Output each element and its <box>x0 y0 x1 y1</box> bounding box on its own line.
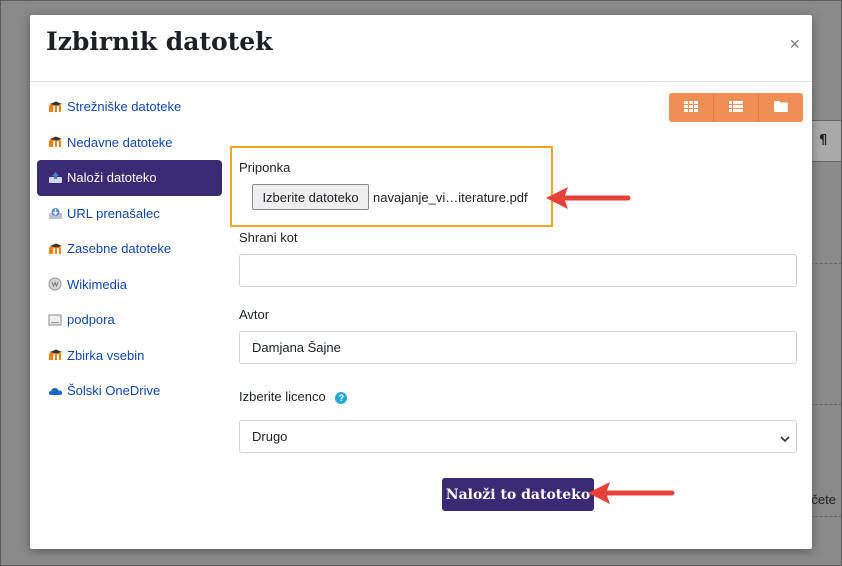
close-button[interactable]: × <box>789 35 800 53</box>
moodle-icon <box>47 135 63 149</box>
sidebar-item-label: Strežniške datoteke <box>67 99 182 115</box>
upload-icon <box>47 171 63 185</box>
view-toggle-group <box>669 93 803 122</box>
license-label: Izberite licenco <box>239 389 326 404</box>
background-toolbar-fragment: ¶ <box>810 120 842 162</box>
moodle-icon <box>47 348 63 362</box>
tree-view-button[interactable] <box>759 93 803 122</box>
onedrive-icon <box>47 384 63 398</box>
sidebar-item-label: Naloži datoteko <box>67 170 157 186</box>
sidebar-item-url-downloader[interactable]: URL prenašalec <box>37 196 222 232</box>
sidebar-item-label: Nedavne datoteke <box>67 134 173 150</box>
sidebar-item-server-files[interactable]: Strežniške datoteke <box>37 89 222 125</box>
help-icon[interactable]: ? <box>335 391 348 404</box>
sidebar-item-wikimedia[interactable]: Wikimedia <box>37 267 222 303</box>
sidebar-item-label: Wikimedia <box>67 276 127 292</box>
license-label-row: Izberite licenco ? <box>239 389 348 404</box>
list-view-icon <box>729 99 743 117</box>
save-as-input[interactable] <box>239 254 797 287</box>
repository-sidebar: Strežniške datoteke Nedavne datoteke Nal… <box>37 89 222 409</box>
attachment-label: Priponka <box>239 160 291 175</box>
list-view-button[interactable] <box>714 93 759 122</box>
chevron-down-icon <box>780 431 790 446</box>
sidebar-item-label: URL prenašalec <box>67 205 160 221</box>
choose-file-button[interactable]: Izberite datoteko <box>252 184 369 210</box>
author-label: Avtor <box>239 307 270 322</box>
sidebar-item-upload-file[interactable]: Naloži datoteko <box>37 160 222 196</box>
grid-view-icon <box>684 99 698 117</box>
background-divider <box>810 516 842 517</box>
sidebar-item-label: Zasebne datoteke <box>67 241 172 257</box>
sidebar-item-content-bank[interactable]: Zbirka vsebin <box>37 338 222 374</box>
background-divider <box>810 263 842 264</box>
sidebar-item-label: Šolski OneDrive <box>67 383 161 399</box>
folder-icon <box>47 313 63 327</box>
wikimedia-icon <box>47 277 63 291</box>
sidebar-item-podpora[interactable]: podpora <box>37 302 222 338</box>
license-select[interactable]: Drugo <box>239 420 797 453</box>
save-as-label: Shrani kot <box>239 230 298 245</box>
folder-view-icon <box>774 99 788 117</box>
annotation-arrow-file <box>546 187 631 209</box>
dialog-header: Izbirnik datotek × <box>30 15 812 82</box>
sidebar-item-label: podpora <box>67 312 115 328</box>
grid-view-button[interactable] <box>669 93 714 122</box>
sidebar-item-onedrive[interactable]: Šolski OneDrive <box>37 373 222 409</box>
sidebar-item-private-files[interactable]: Zasebne datoteke <box>37 231 222 267</box>
moodle-icon <box>47 242 63 256</box>
moodle-icon <box>47 100 63 114</box>
url-download-icon <box>47 206 63 220</box>
background-divider <box>810 404 842 405</box>
sidebar-item-label: Zbirka vsebin <box>67 347 145 363</box>
file-picker-dialog: Izbirnik datotek × Strežniške datoteke N… <box>30 15 812 549</box>
dialog-title: Izbirnik datotek <box>46 27 273 56</box>
annotation-arrow-submit <box>588 482 675 504</box>
chosen-file-name: navajanje_vi…iterature.pdf <box>373 190 528 205</box>
author-input[interactable]: Damjana Šajne <box>239 331 797 364</box>
sidebar-item-recent-files[interactable]: Nedavne datoteke <box>37 125 222 161</box>
upload-file-button[interactable]: Naloži to datoteko <box>442 478 594 511</box>
background-text: čete <box>811 492 836 507</box>
license-selected-value: Drugo <box>252 429 288 444</box>
